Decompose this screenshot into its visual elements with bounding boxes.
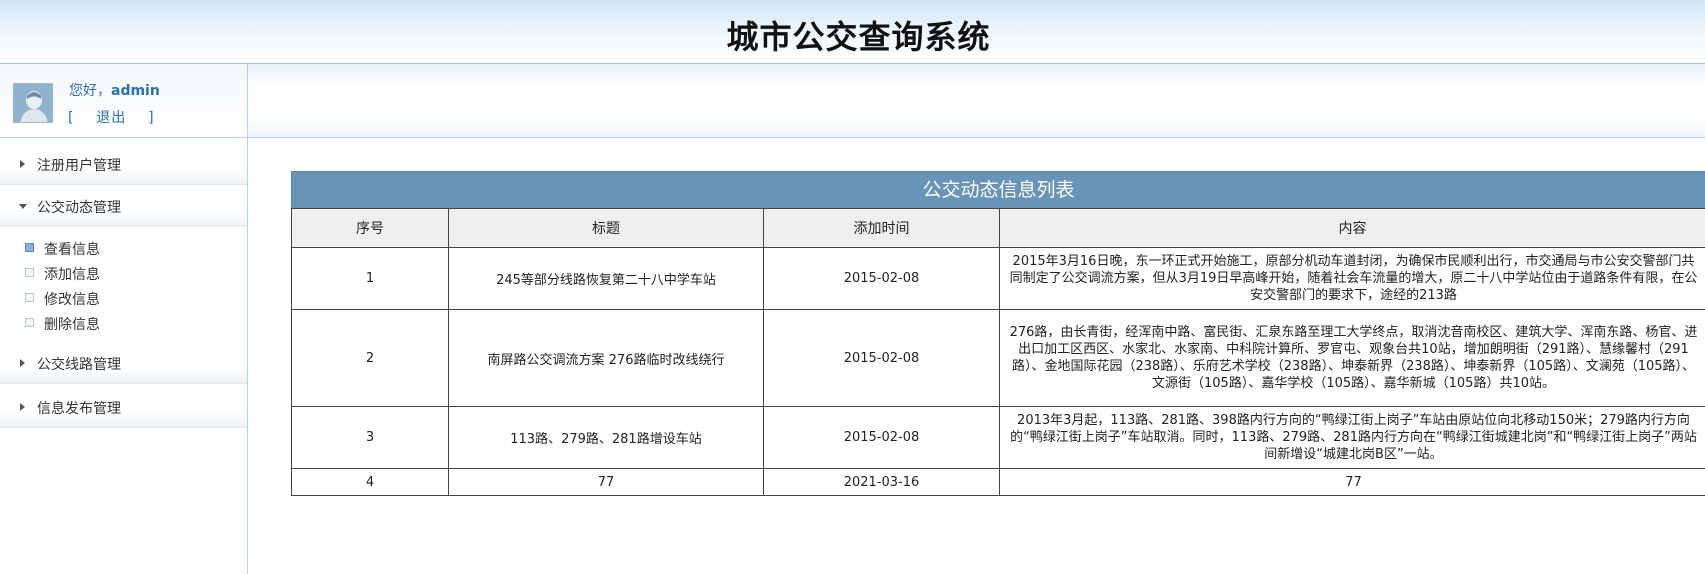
system-title: 城市公交查询系统 <box>726 18 991 56</box>
cell-date: 2015-02-08 <box>763 247 1000 310</box>
chevron-right-icon <box>20 160 25 168</box>
chevron-right-icon <box>20 403 25 411</box>
logout-link[interactable]: [ 退出 ] <box>68 107 155 127</box>
cell-title: 245等部分线路恢复第二十八中学车站 <box>448 247 764 310</box>
cell-date: 2021-03-16 <box>763 468 1000 496</box>
chevron-down-icon <box>19 204 27 209</box>
square-bullet-icon <box>25 293 34 302</box>
table-row: 2 南屏路公交调流方案 276路临时改线绕行 2015-02-08 276路，由… <box>291 309 1705 407</box>
cell-content: 77 <box>999 468 1705 496</box>
sidebar-item-label: 添加信息 <box>44 267 100 283</box>
cell-title: 南屏路公交调流方案 276路临时改线绕行 <box>448 309 764 407</box>
cell-id: 1 <box>291 247 449 310</box>
sidebar-item-label: 查看信息 <box>44 242 100 258</box>
sidebar-group-label: 公交线路管理 <box>37 357 121 373</box>
sidebar-group-label: 信息发布管理 <box>37 401 121 417</box>
sidebar-item-label: 修改信息 <box>44 292 100 308</box>
sidebar-item-label: 删除信息 <box>44 317 100 333</box>
sidebar-group-label: 注册用户管理 <box>37 158 121 174</box>
column-header-date: 添加时间 <box>763 208 1000 248</box>
username: admin <box>111 83 160 99</box>
cell-title: 113路、279路、281路增设车站 <box>448 406 764 469</box>
greeting-prefix: 您好， <box>69 83 111 99</box>
square-bullet-icon <box>25 318 34 327</box>
cell-id: 3 <box>291 406 449 469</box>
top-header: 城市公交查询系统 <box>0 0 1705 64</box>
table-row: 1 245等部分线路恢复第二十八中学车站 2015-02-08 2015年3月1… <box>291 247 1705 310</box>
table-header-row: 序号 标题 添加时间 内容 <box>291 208 1705 248</box>
table-caption: 公交动态信息列表 <box>291 171 1705 208</box>
cell-date: 2015-02-08 <box>763 309 1000 407</box>
sidebar-group-bus-news-management[interactable]: 公交动态管理 <box>0 185 247 227</box>
cell-content: 2013年3月起，113路、281路、398路内行方向的“鸭绿江街上岗子”车站由… <box>999 406 1705 469</box>
square-bullet-icon <box>25 243 34 252</box>
sidebar-group-label: 公交动态管理 <box>37 200 121 216</box>
cell-date: 2015-02-08 <box>763 406 1000 469</box>
bus-news-table: 公交动态信息列表 序号 标题 添加时间 内容 1 245等部分线路恢复第二十八中… <box>291 171 1705 496</box>
table-row: 3 113路、279路、281路增设车站 2015-02-08 2013年3月起… <box>291 406 1705 469</box>
sidebar-group-info-publish-management[interactable]: 信息发布管理 <box>0 386 247 428</box>
cell-content: 2015年3月16日晚，东一环正式开始施工，原部分机动车道封闭，为确保市民顺利出… <box>999 247 1705 310</box>
cell-id: 4 <box>291 468 449 496</box>
user-greeting: 您好，admin <box>69 80 160 100</box>
square-bullet-icon <box>25 268 34 277</box>
top-banner <box>248 64 1705 138</box>
cell-content: 276路，由长青街，经浑南中路、富民街、汇泉东路至理工大学终点，取消沈音南校区、… <box>999 309 1705 407</box>
user-avatar-icon <box>13 83 53 123</box>
chevron-right-icon <box>20 359 25 367</box>
column-header-id: 序号 <box>291 208 449 248</box>
column-header-content: 内容 <box>999 208 1705 248</box>
cell-id: 2 <box>291 309 449 407</box>
column-header-title: 标题 <box>448 208 764 248</box>
sidebar-group-user-management[interactable]: 注册用户管理 <box>0 143 247 185</box>
cell-title: 77 <box>448 468 764 496</box>
sidebar-group-bus-route-management[interactable]: 公交线路管理 <box>0 342 247 384</box>
table-row: 4 77 2021-03-16 77 <box>291 468 1705 496</box>
